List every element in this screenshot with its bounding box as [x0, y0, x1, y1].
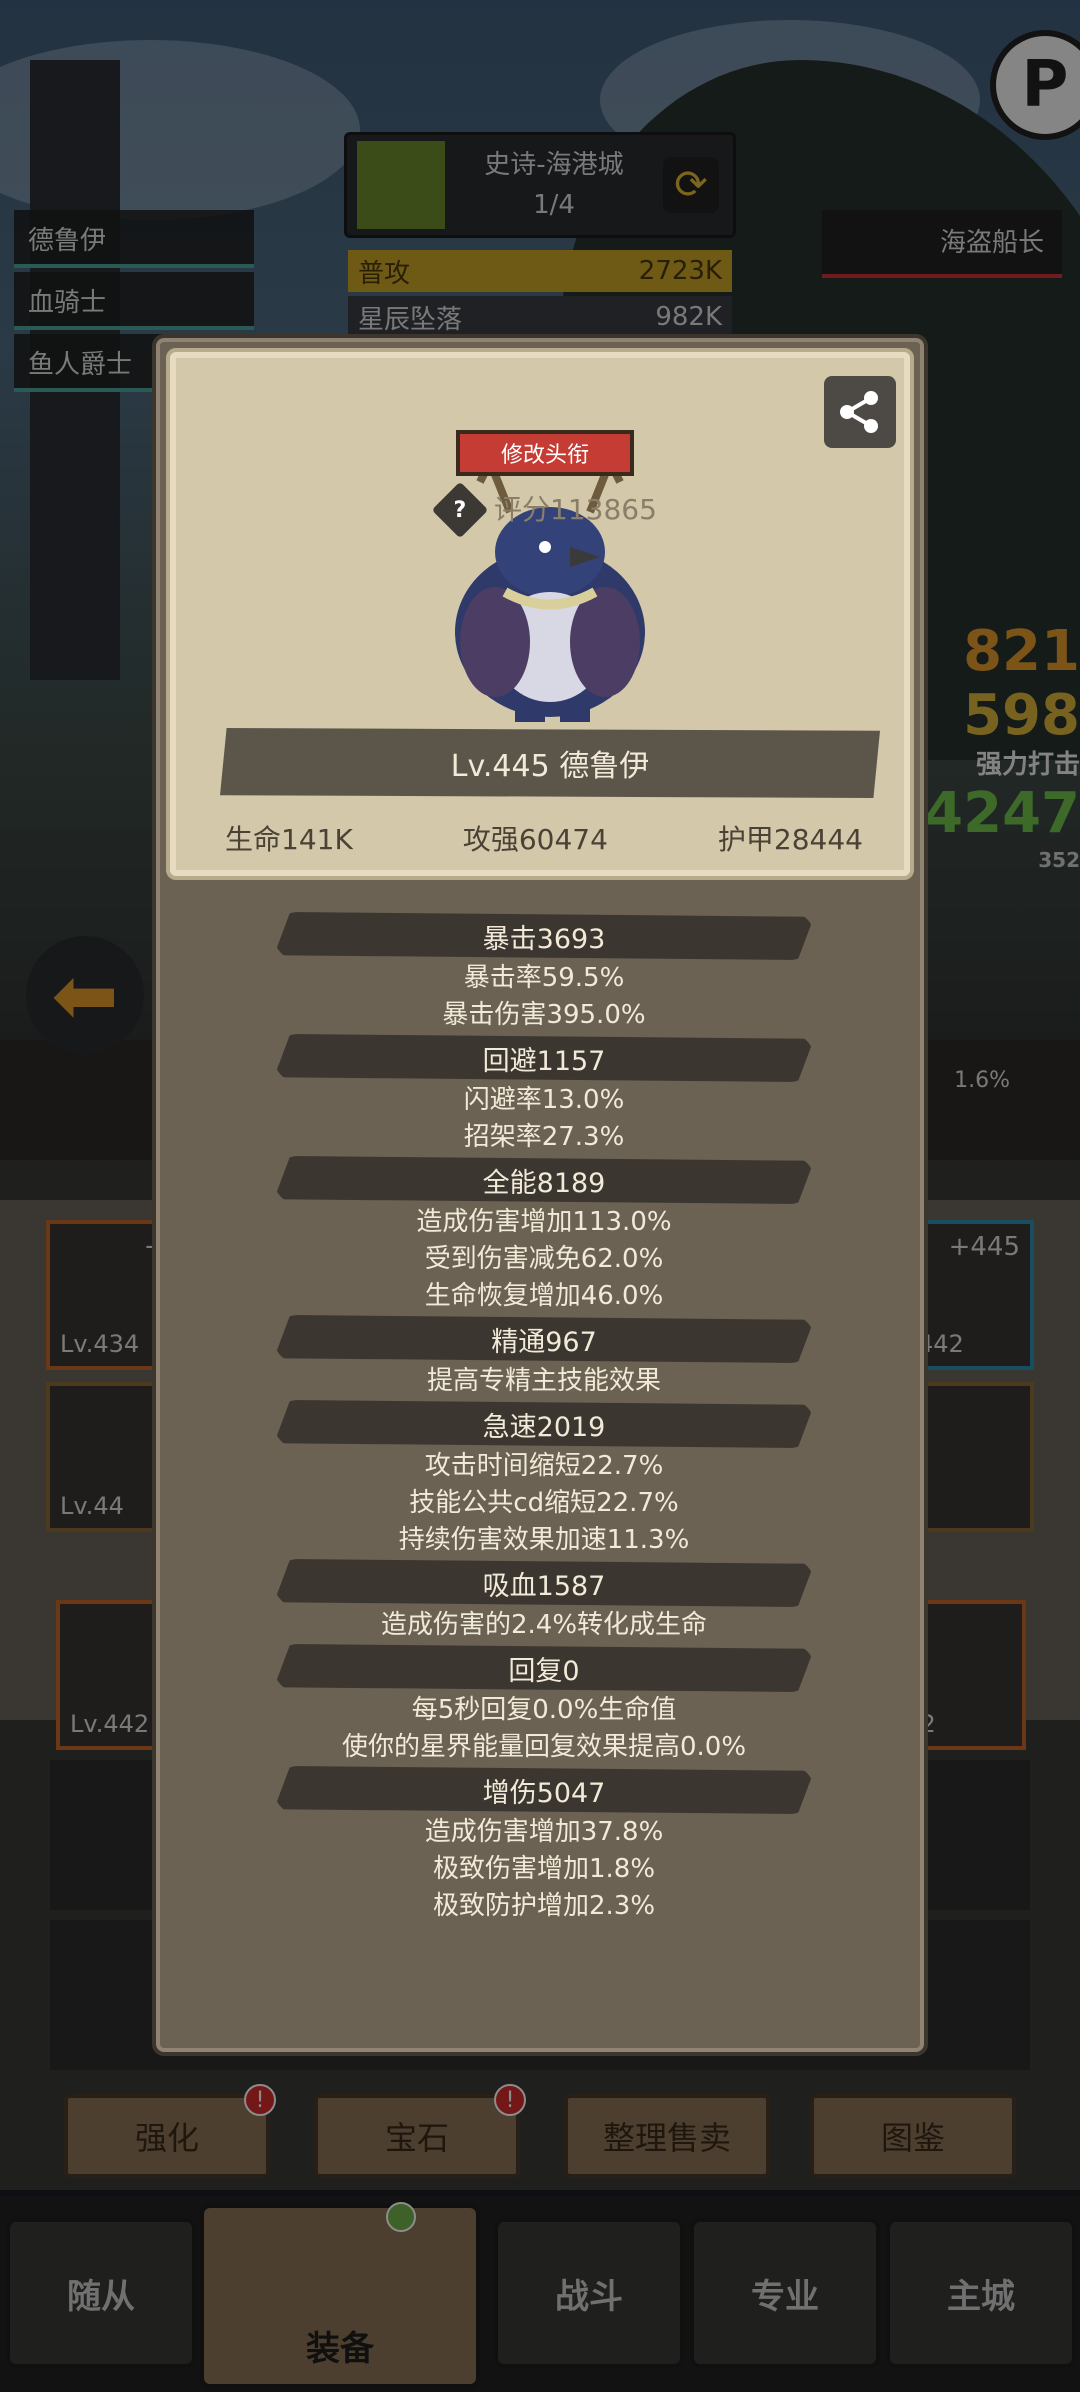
- stat-group-haste: 急速2019 攻击时间缩短22.7% 技能公共cd缩短22.7% 持续伤害效果加…: [156, 1400, 932, 1559]
- stat-line: 造成伤害增加113.0%: [416, 1207, 672, 1237]
- stat-group-mastery: 精通967 提高专精主技能效果: [156, 1315, 932, 1400]
- stat-group-lifesteal: 吸血1587 造成伤害的2.4%转化成生命: [156, 1559, 932, 1644]
- edit-title-label: 修改头衔: [500, 443, 589, 468]
- stat-line: 持续伤害效果加速11.3%: [398, 1525, 690, 1555]
- stat-line: 攻击时间缩短22.7%: [424, 1451, 664, 1481]
- character-card: 修改头衔 ? 评分113865 Lv.445 德鲁伊 生命141K 攻强6047…: [166, 348, 914, 880]
- stat-line: 暴击率59.5%: [463, 963, 625, 993]
- stat-line: 造成伤害增加37.8%: [424, 1817, 664, 1847]
- stat-group-damage-boost: 增伤5047 造成伤害增加37.8% 极致伤害增加1.8% 极致防护增加2.3%: [156, 1766, 932, 1925]
- stat-line: 暴击伤害395.0%: [442, 1000, 646, 1030]
- basic-stats: 生命141K 攻强60474 护甲28444: [170, 818, 918, 858]
- detailed-stat-list: 暴击3693 暴击率59.5% 暴击伤害395.0% 回避1157 闪避率13.…: [156, 912, 932, 1925]
- stat-group-crit: 暴击3693 暴击率59.5% 暴击伤害395.0%: [156, 912, 932, 1034]
- stat-header: 全能8189: [274, 1156, 814, 1204]
- stat-line: 造成伤害的2.4%转化成生命: [380, 1610, 708, 1640]
- stat-line: 技能公共cd缩短22.7%: [409, 1488, 679, 1518]
- stat-line: 招架率27.3%: [463, 1122, 625, 1152]
- stat-line: 受到伤害减免62.0%: [424, 1244, 664, 1274]
- edit-title-button[interactable]: 修改头衔: [456, 430, 634, 476]
- armor-stat: 护甲28444: [717, 823, 863, 856]
- stat-header: 暴击3693: [274, 912, 814, 960]
- health-stat: 生命141K: [225, 823, 353, 856]
- stat-group-avoidance: 回避1157 闪避率13.0% 招架率27.3%: [156, 1034, 932, 1156]
- attack-power-stat: 攻强60474: [462, 823, 608, 856]
- stat-header: 增伤5047: [274, 1766, 814, 1814]
- stat-group-versatility: 全能8189 造成伤害增加113.0% 受到伤害减免62.0% 生命恢复增加46…: [156, 1156, 932, 1315]
- character-stats-modal: 修改头衔 ? 评分113865 Lv.445 德鲁伊 生命141K 攻强6047…: [152, 334, 928, 2056]
- score-text: 评分113865: [494, 493, 657, 526]
- stat-header: 吸血1587: [274, 1559, 814, 1607]
- stat-header: 回复0: [274, 1644, 814, 1692]
- stat-line: 生命恢复增加46.0%: [424, 1281, 664, 1311]
- character-name: Lv.445 德鲁伊: [450, 749, 650, 784]
- stat-line: 极致伤害增加1.8%: [432, 1854, 656, 1884]
- stat-line: 极致防护增加2.3%: [432, 1891, 656, 1921]
- stat-header: 急速2019: [274, 1400, 814, 1448]
- character-name-bar: Lv.445 德鲁伊: [220, 728, 880, 798]
- stat-header: 回避1157: [274, 1034, 814, 1082]
- share-icon: [840, 391, 878, 433]
- share-button[interactable]: [824, 376, 896, 448]
- stat-line: 每5秒回复0.0%生命值: [411, 1695, 677, 1725]
- stat-group-regen: 回复0 每5秒回复0.0%生命值 使你的星界能量回复效果提高0.0%: [156, 1644, 932, 1766]
- stat-line: 提高专精主技能效果: [426, 1366, 661, 1396]
- stat-line: 闪避率13.0%: [463, 1085, 625, 1115]
- stat-header: 精通967: [274, 1315, 814, 1363]
- stat-line: 使你的星界能量回复效果提高0.0%: [341, 1732, 747, 1762]
